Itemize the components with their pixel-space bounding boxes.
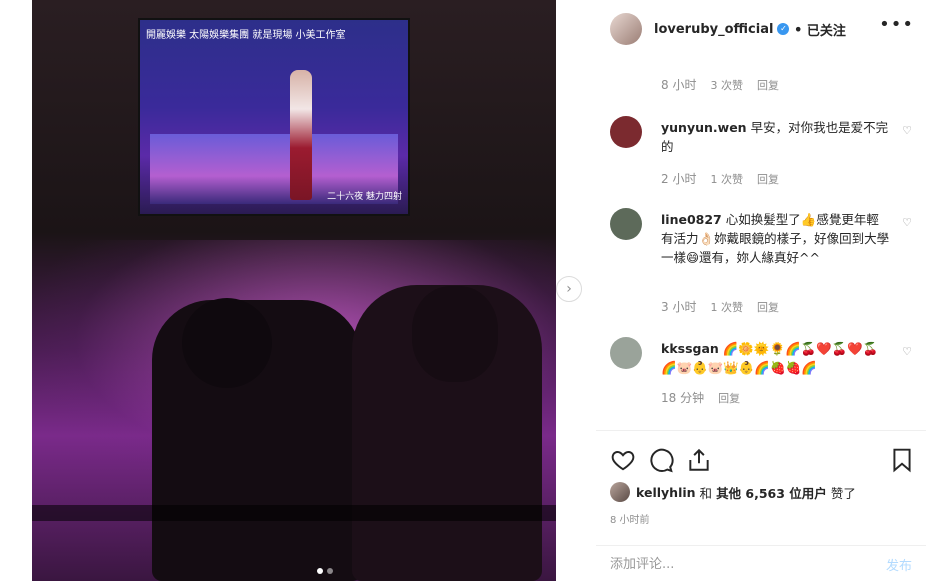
comment-meta-row: 18 分钟 回复: [661, 389, 754, 406]
carousel-dot-2[interactable]: [327, 568, 333, 574]
likes-summary: kellyhlin 和 其他 6,563 位用户 赞了: [610, 482, 856, 502]
reply-button[interactable]: 回复: [718, 390, 740, 406]
heart-icon[interactable]: [610, 447, 636, 473]
carousel-dots: [317, 568, 333, 574]
heart-icon[interactable]: ♡: [902, 216, 912, 229]
audience-head-right: [412, 286, 498, 382]
comment-username[interactable]: kkssgan: [661, 341, 719, 356]
more-horizontal-icon[interactable]: •••: [879, 14, 914, 35]
post-actions: [610, 447, 915, 475]
likes-count-link[interactable]: 其他 6,563 位用户: [716, 483, 827, 502]
comment-meta-row: 3 小时 1 次赞 回复: [661, 298, 793, 315]
comments-list: 8 小时 3 次赞 回复 yunyun.wen 早安，对你我也是爱不完的 ♡ 2 …: [596, 58, 926, 430]
list-item: line0827 心如换髮型了👍感覺更年輕有活力👌🏻妳戴眼鏡的樣子，好像回到大學一…: [610, 208, 912, 318]
header-bullet: •: [793, 19, 803, 39]
screen-caption: 開麗娛樂 太陽娛樂集團 就是現場 小美工作室: [146, 30, 346, 41]
comment-time: 8 小时: [661, 78, 697, 92]
avatar[interactable]: [610, 337, 642, 369]
comment-time: 3 小时: [661, 300, 697, 314]
heart-icon[interactable]: ♡: [902, 345, 912, 358]
stage-screen: 開麗娛樂 太陽娛樂集團 就是現場 小美工作室 二十六夜 魅力四射: [138, 18, 410, 216]
screen-subtitle: 二十六夜 魅力四射: [327, 192, 402, 202]
publish-button[interactable]: 发布: [886, 555, 912, 574]
audience-head-left: [182, 298, 272, 388]
avatar[interactable]: [610, 116, 642, 148]
post-timestamp: 8 小时前: [610, 515, 650, 526]
reply-button[interactable]: 回复: [757, 299, 779, 315]
reply-button[interactable]: 回复: [757, 171, 779, 187]
avatar[interactable]: [610, 208, 642, 240]
likes-suffix: 赞了: [830, 485, 856, 501]
list-item: yunyun.wen 早安，对你我也是爱不完的 ♡ 2 小时 1 次赞 回复: [610, 116, 912, 186]
carousel-dot-1[interactable]: [317, 568, 323, 574]
post-side-panel: loveruby_official ✓ • 已关注 ••• 8 小时 3 次赞 …: [596, 0, 926, 581]
post-author-username[interactable]: loveruby_official: [654, 22, 773, 37]
avatar[interactable]: [610, 482, 630, 502]
comment-username[interactable]: line0827: [661, 212, 722, 227]
share-icon[interactable]: [686, 447, 712, 473]
verified-badge-icon: ✓: [777, 23, 790, 35]
comment-input[interactable]: [610, 554, 840, 574]
list-item: kkssgan 🌈🌼🌞🌻🌈🍒❤️🍒❤️🍒🌈🐷👶🐷👑👶🌈🍓🍓🌈 ♡ 18 分钟 回复: [610, 337, 912, 417]
section-divider: [596, 430, 926, 431]
post-photo[interactable]: 開麗娛樂 太陽娛樂集團 就是現場 小美工作室 二十六夜 魅力四射: [32, 0, 556, 581]
singer-figure: [290, 70, 312, 200]
bookmark-icon[interactable]: [889, 447, 915, 473]
heart-icon[interactable]: ♡: [902, 124, 912, 137]
comment-likes[interactable]: 1 次赞: [710, 171, 743, 187]
add-comment-bar: 发布: [596, 545, 926, 581]
comment-username[interactable]: yunyun.wen: [661, 120, 747, 135]
comment-text: kkssgan 🌈🌼🌞🌻🌈🍒❤️🍒❤️🍒🌈🐷👶🐷👑👶🌈🍓🍓🌈: [661, 339, 891, 377]
post-header: loveruby_official ✓ • 已关注 •••: [596, 0, 926, 58]
reply-button[interactable]: 回复: [757, 77, 779, 93]
comment-icon[interactable]: [648, 447, 674, 473]
comment-text: line0827 心如换髮型了👍感覺更年輕有活力👌🏻妳戴眼鏡的樣子，好像回到大學一…: [661, 210, 891, 267]
comment-likes[interactable]: 3 次赞: [710, 77, 743, 93]
comment-likes[interactable]: 1 次赞: [710, 299, 743, 315]
avatar[interactable]: [610, 13, 642, 45]
following-button[interactable]: 已关注: [807, 20, 846, 39]
comment-meta-row: 2 小时 1 次赞 回复: [661, 170, 793, 187]
balcony-railing: [32, 505, 556, 521]
liker-username[interactable]: kellyhlin: [636, 485, 696, 500]
comment-text: yunyun.wen 早安，对你我也是爱不完的: [661, 118, 891, 156]
comment-time: 2 小时: [661, 172, 697, 186]
comment-time: 18 分钟: [661, 391, 705, 405]
chevron-right-icon[interactable]: ›: [556, 276, 582, 302]
likes-connector: 和: [699, 485, 713, 501]
comment-meta-row: 8 小时 3 次赞 回复: [661, 76, 793, 93]
